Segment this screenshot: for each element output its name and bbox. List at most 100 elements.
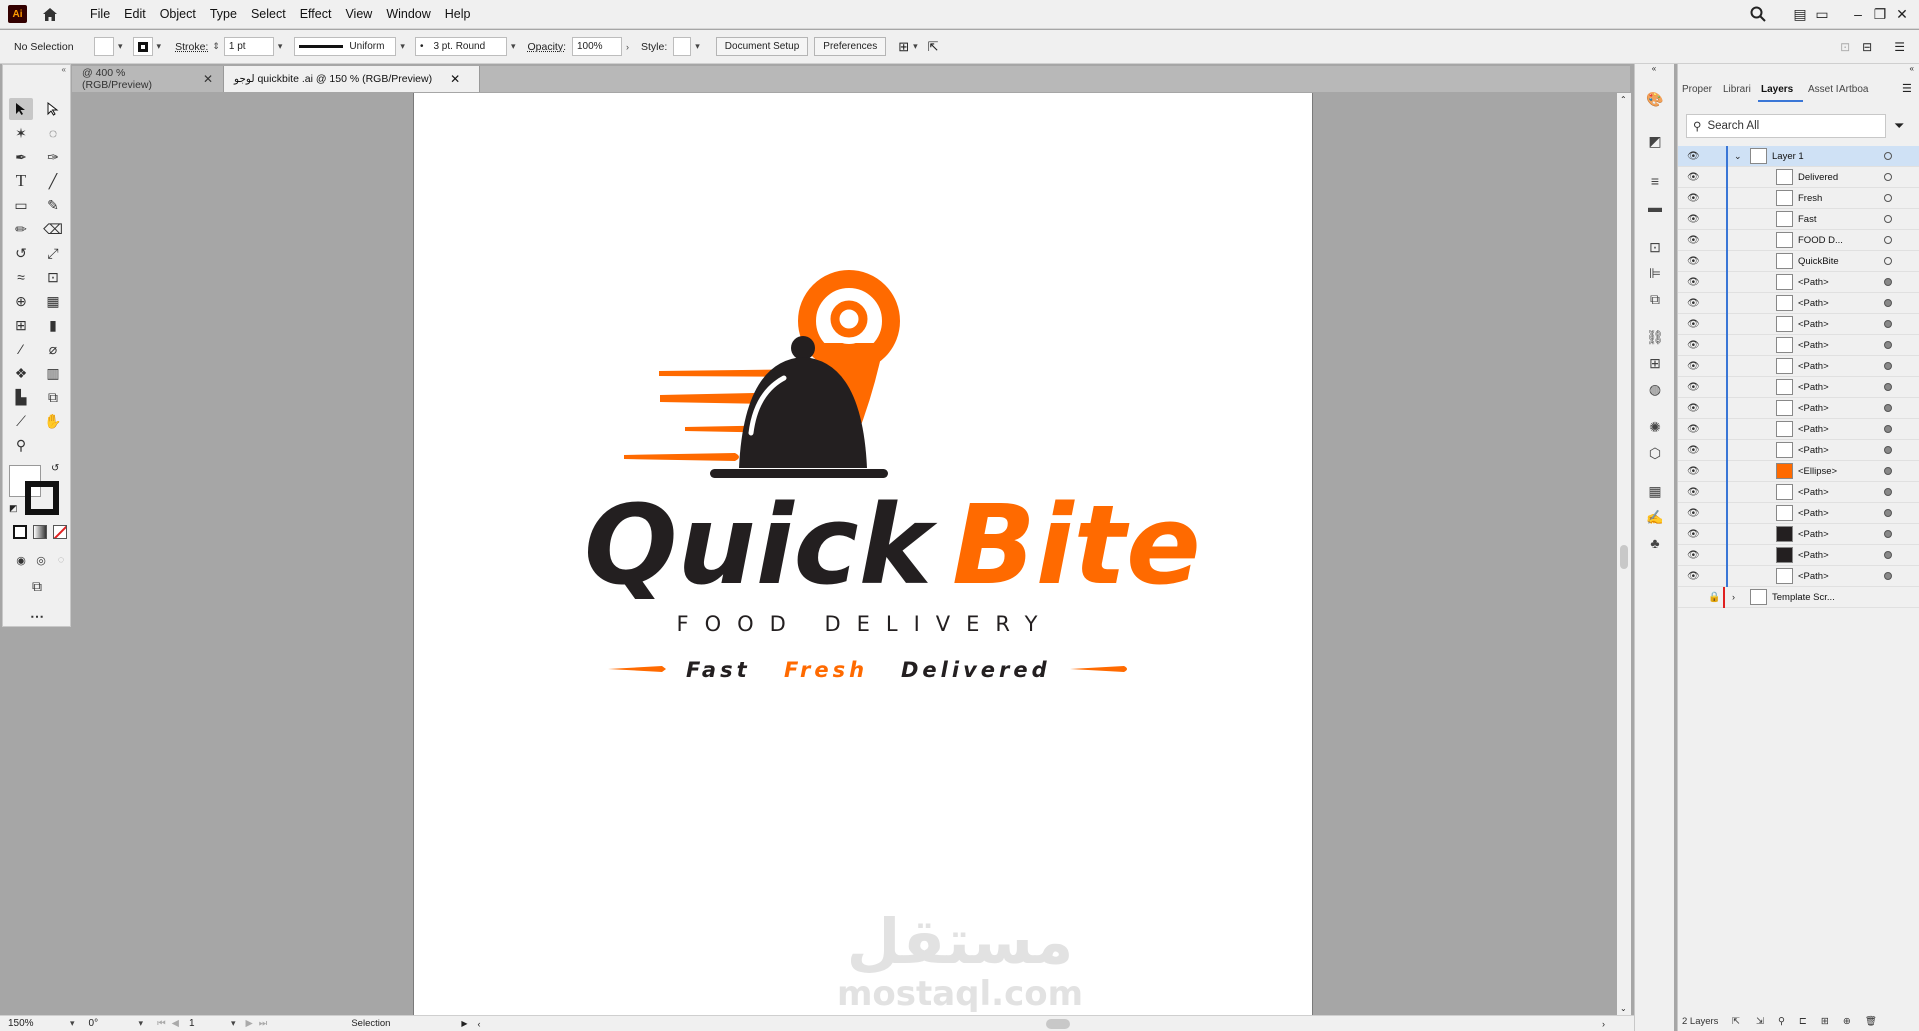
stroke-label[interactable]: Stroke: — [175, 41, 208, 53]
layer-name[interactable]: <Path> — [1798, 571, 1829, 582]
artboard-tool-icon[interactable]: ⧉ — [41, 386, 65, 408]
chevron-down-icon[interactable]: ▾ — [511, 41, 516, 52]
clipping-mask-icon[interactable]: ⊏ — [1799, 1016, 1807, 1027]
visibility-eye-icon[interactable]: 👁 — [1687, 424, 1700, 435]
layer-item-row[interactable]: 👁 <Path> — [1678, 523, 1919, 545]
layer-item-row[interactable]: 👁 QuickBite — [1678, 250, 1919, 272]
free-transform-icon[interactable]: ⊡ — [41, 266, 65, 288]
visibility-eye-icon[interactable]: 👁 — [1687, 529, 1700, 540]
club-icon[interactable]: ♣ — [1644, 532, 1666, 554]
zoom-field[interactable]: 150% — [4, 1016, 66, 1031]
visibility-eye-icon[interactable]: 👁 — [1687, 319, 1700, 330]
layer-item-row[interactable]: 👁 <Path> — [1678, 481, 1919, 503]
perspective-grid-icon[interactable]: ▦ — [41, 290, 65, 312]
target-circle-icon[interactable] — [1884, 551, 1892, 559]
collapse-icon[interactable]: « — [1635, 64, 1673, 74]
chevron-down-icon[interactable]: ▾ — [70, 1018, 75, 1029]
visibility-eye-icon[interactable]: 👁 — [1687, 235, 1700, 246]
collapse-icon[interactable]: « — [1678, 64, 1918, 74]
gradient-panel-icon[interactable]: ▬ — [1644, 196, 1666, 218]
zoom-tool-icon[interactable]: ⚲ — [9, 434, 33, 456]
stroke-color-swatch[interactable] — [25, 481, 59, 515]
stroke-weight-field[interactable]: 1 pt — [223, 37, 274, 56]
target-circle-icon[interactable] — [1884, 362, 1892, 370]
chevron-down-icon[interactable]: ▾ — [913, 41, 918, 52]
layer-name[interactable]: <Path> — [1798, 550, 1829, 561]
arrange-documents-icon[interactable]: ▭ — [1811, 4, 1833, 24]
target-circle-icon[interactable] — [1884, 488, 1892, 496]
tab-artboards[interactable]: Artboa — [1839, 84, 1868, 95]
shaper-tool-icon[interactable]: ✏ — [9, 218, 33, 240]
scale-tool-icon[interactable]: ⤢ — [41, 242, 65, 264]
opacity-field[interactable]: 100% — [571, 37, 622, 56]
artboard-number-field[interactable]: 1 — [184, 1016, 227, 1031]
close-icon[interactable]: ✕ — [203, 72, 213, 86]
visibility-eye-icon[interactable]: 👁 — [1687, 298, 1700, 309]
hand-tool-icon[interactable]: ✋ — [41, 410, 65, 432]
color-mode-icon[interactable] — [13, 525, 27, 539]
layer-name[interactable]: <Path> — [1798, 319, 1829, 330]
layer-item-row[interactable]: 👁 <Path> — [1678, 397, 1919, 419]
magic-wand-icon[interactable]: ✶ — [9, 122, 33, 144]
lasso-icon[interactable]: ◌ — [41, 122, 65, 144]
layer-name[interactable]: <Path> — [1798, 487, 1829, 498]
visibility-eye-icon[interactable]: 👁 — [1687, 550, 1700, 561]
target-circle-icon[interactable] — [1884, 236, 1892, 244]
minimize-icon[interactable]: – — [1847, 4, 1869, 24]
color-palette-icon[interactable]: 🎨 — [1644, 88, 1666, 110]
locate-object-icon[interactable]: ⇱ — [1732, 1016, 1740, 1027]
preferences-button[interactable]: Preferences — [814, 37, 887, 56]
pen-tool-icon[interactable]: ✒ — [9, 146, 33, 168]
layer-name[interactable]: <Path> — [1798, 508, 1829, 519]
variable-width-profile[interactable]: Uniform — [294, 37, 397, 56]
visibility-eye-icon[interactable]: 👁 — [1687, 193, 1700, 204]
draw-inside-icon[interactable]: ◌ — [49, 549, 73, 571]
target-circle-icon[interactable] — [1884, 194, 1892, 202]
align-icon[interactable]: ⊞ — [898, 39, 909, 55]
tab-libraries[interactable]: Librari — [1723, 84, 1751, 95]
panel-menu-icon[interactable]: ☰ — [1902, 82, 1912, 95]
expand-chevron-icon[interactable]: ⌄ — [1734, 151, 1742, 162]
target-circle-icon[interactable] — [1884, 278, 1892, 286]
visibility-eye-icon[interactable]: 👁 — [1687, 508, 1700, 519]
gradient-tool-icon[interactable]: ▮ — [41, 314, 65, 336]
visibility-eye-icon[interactable]: 👁 — [1687, 445, 1700, 456]
menu-type[interactable]: Type — [203, 7, 244, 21]
layer-name[interactable]: <Path> — [1798, 403, 1829, 414]
layer-item-row[interactable]: 👁 Delivered — [1678, 166, 1919, 188]
horizontal-scroll-thumb[interactable] — [1046, 1019, 1070, 1029]
brushes-panel-icon[interactable]: ✍ — [1644, 506, 1666, 528]
layer-item-row[interactable]: 👁 <Path> — [1678, 271, 1919, 293]
chevron-down-icon[interactable]: ▾ — [157, 41, 162, 52]
target-circle-icon[interactable] — [1884, 341, 1892, 349]
chevron-down-icon[interactable]: ▾ — [118, 41, 123, 52]
direct-selection-tool-icon[interactable] — [41, 98, 65, 120]
graphic-style-swatch[interactable] — [673, 37, 692, 56]
symbols-panel-icon[interactable]: ◍ — [1644, 378, 1666, 400]
eyedropper-icon[interactable]: ⁄ — [9, 338, 33, 360]
visibility-eye-icon[interactable]: 👁 — [1687, 172, 1700, 183]
layer-name[interactable]: <Path> — [1798, 382, 1829, 393]
visibility-eye-icon[interactable]: 👁 — [1687, 151, 1700, 162]
chevron-right-icon[interactable]: › — [626, 42, 629, 52]
layer-item-row[interactable]: 👁 <Path> — [1678, 355, 1919, 377]
align-panel-icon[interactable]: ⊫ — [1644, 262, 1666, 284]
layer-name[interactable]: Template Scr... — [1772, 592, 1835, 603]
document-setup-button[interactable]: Document Setup — [715, 37, 809, 56]
layer-item-row[interactable]: 👁 <Path> — [1678, 292, 1919, 314]
transform-panel-icon[interactable]: ⊡ — [1644, 236, 1666, 258]
menu-object[interactable]: Object — [153, 7, 203, 21]
visibility-eye-icon[interactable]: 👁 — [1687, 256, 1700, 267]
gradient-mode-icon[interactable] — [33, 525, 47, 539]
layer-item-row[interactable]: 👁 <Path> — [1678, 565, 1919, 587]
export-icon[interactable]: ⇱ — [928, 39, 939, 55]
layer-name[interactable]: FOOD D... — [1798, 235, 1843, 246]
artboards-panel-icon[interactable]: ⊞ — [1644, 352, 1666, 374]
layer-name[interactable]: <Path> — [1798, 424, 1829, 435]
layer-item-row[interactable]: 👁 <Ellipse> — [1678, 460, 1919, 482]
filter-icon[interactable]: ⏷ — [1894, 118, 1904, 134]
search-icon[interactable]: ⚲ — [1778, 1016, 1785, 1027]
warp-tool-icon[interactable]: ≈ — [9, 266, 33, 288]
screen-mode-icon[interactable]: ⧉ — [25, 575, 49, 597]
layer-name[interactable]: Fresh — [1798, 193, 1822, 204]
